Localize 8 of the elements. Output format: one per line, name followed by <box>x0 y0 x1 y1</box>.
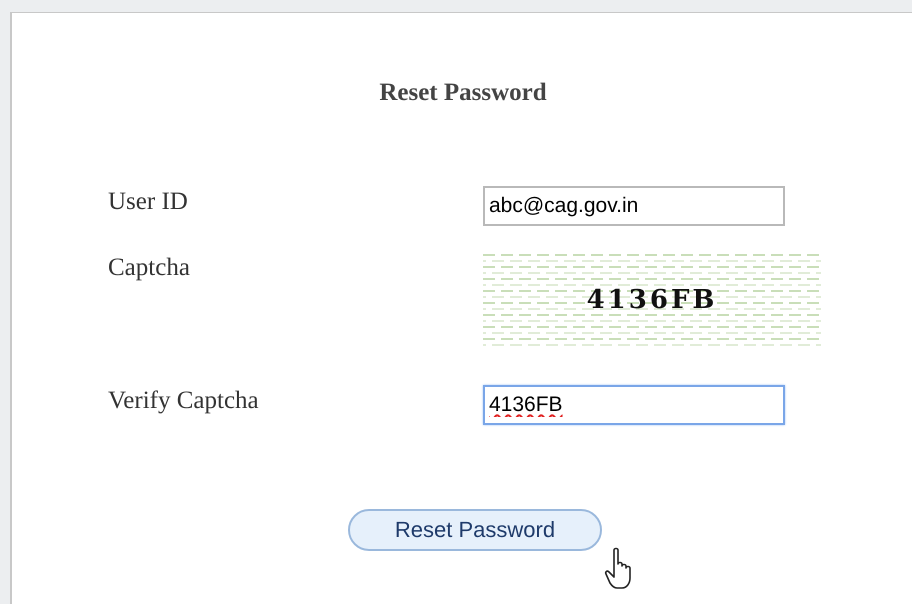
field-label: Captcha <box>108 253 191 283</box>
field-label: Verify Captcha <box>108 386 260 416</box>
field-label: User ID <box>108 187 189 217</box>
reset-password-button[interactable]: Reset Password <box>348 509 602 551</box>
input-field[interactable]: 4136FB <box>483 385 785 425</box>
input-field[interactable]: abc@cag.gov.in <box>483 186 785 226</box>
form-title: Reset Password <box>378 78 548 108</box>
captcha-image: 4136FB <box>483 252 821 348</box>
